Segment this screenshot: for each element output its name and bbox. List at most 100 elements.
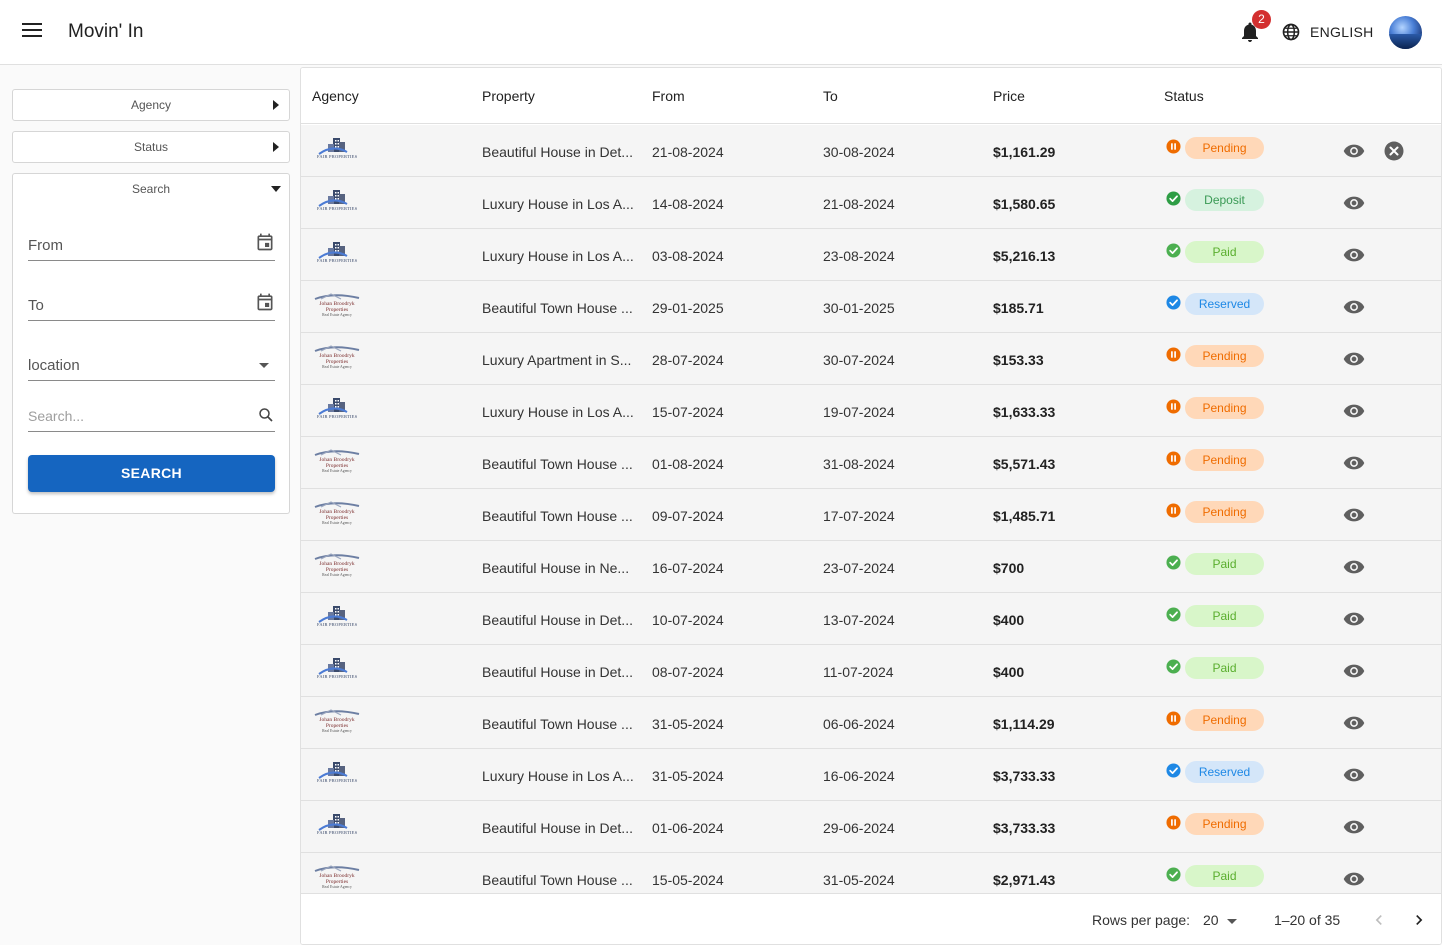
column-header-status[interactable]: Status [1164,88,1204,104]
status-filter-label: Status [133,140,169,154]
view-eye-icon[interactable] [1343,455,1365,471]
table-row[interactable]: Johan Broodryk Properties Real Estate Agen… [301,489,1441,541]
from-date-label: From [28,237,63,254]
calendar-icon[interactable] [255,232,275,252]
table-row[interactable]: Johan Broodryk Properties Real Estate Agen… [301,697,1441,749]
column-header-price[interactable]: Price [993,88,1025,104]
to-date-cell: 23-07-2024 [823,560,895,576]
column-header-agency[interactable]: Agency [312,88,359,104]
view-eye-icon[interactable] [1343,715,1365,731]
status-badge: Pending [1185,709,1264,731]
to-date-cell: 30-01-2025 [823,300,895,316]
property-cell: Luxury House in Los A... [482,404,634,420]
status-badge: Pending [1185,501,1264,523]
agency-logo-text: FAIR PROPERTIES [317,258,358,263]
view-eye-icon[interactable] [1343,767,1365,783]
menu-icon[interactable] [22,23,42,41]
agency-logo-text: Real Estate Agency [322,365,352,369]
pagination-range: 1–20 of 35 [1274,912,1341,928]
pause-icon [1166,451,1181,466]
agency-filter-button[interactable]: Agency [12,89,290,121]
dropdown-arrow-icon [1226,918,1237,924]
to-date-cell: 13-07-2024 [823,612,895,628]
agency-logo-text: Real Estate Agency [322,573,352,577]
price-cell: $400 [993,664,1025,680]
next-page-icon[interactable] [1409,910,1429,930]
table-row[interactable]: Johan Broodryk Properties Real Estate Agen… [301,333,1441,385]
view-eye-icon[interactable] [1343,663,1365,679]
agency-logo: Johan Broodryk Properties Real Estate Agen… [313,706,361,740]
from-date-cell: 01-06-2024 [652,820,724,836]
search-input[interactable]: Search... [28,400,275,432]
agency-logo: FAIR PROPERTIES [313,238,361,272]
view-eye-icon[interactable] [1343,299,1365,315]
search-filter-label: Search [131,182,171,196]
table-row[interactable]: FAIR PROPERTIES Beautiful House in Det...… [301,125,1441,177]
from-date-cell: 08-07-2024 [652,664,724,680]
from-date-field[interactable]: From [28,229,275,261]
view-eye-icon[interactable] [1343,819,1365,835]
view-eye-icon[interactable] [1343,507,1365,523]
cancel-booking-icon[interactable] [1384,141,1404,161]
to-date-field[interactable]: To [28,289,275,321]
view-eye-icon[interactable] [1343,403,1365,419]
check-circle-icon [1166,763,1181,778]
check-circle-icon [1166,191,1181,206]
view-eye-icon[interactable] [1343,247,1365,263]
column-header-to[interactable]: To [823,88,838,104]
agency-logo-text: FAIR PROPERTIES [317,830,358,835]
to-date-cell: 30-08-2024 [823,144,895,160]
from-date-cell: 31-05-2024 [652,716,724,732]
language-button[interactable]: ENGLISH [1281,21,1374,43]
view-eye-icon[interactable] [1343,195,1365,211]
table-row[interactable]: Johan Broodryk Properties Real Estate Agen… [301,281,1441,333]
previous-page-icon[interactable] [1369,910,1389,930]
view-eye-icon[interactable] [1343,143,1365,159]
view-eye-icon[interactable] [1343,351,1365,367]
agency-logo: Johan Broodryk Properties Real Estate Agen… [313,342,361,376]
from-date-cell: 31-05-2024 [652,768,724,784]
agency-logo: Johan Broodryk Properties Real Estate Agen… [313,446,361,480]
search-button[interactable]: SEARCH [28,455,275,492]
status-badge: Paid [1185,241,1264,263]
bookings-table: Agency Property From To Price Status FAI… [300,67,1442,945]
from-date-cell: 29-01-2025 [652,300,724,316]
agency-logo: FAIR PROPERTIES [313,394,361,428]
view-eye-icon[interactable] [1343,611,1365,627]
search-filter-button[interactable]: Search [12,173,290,205]
column-header-property[interactable]: Property [482,88,535,104]
table-row[interactable]: FAIR PROPERTIES Luxury House in Los A... 1… [301,177,1441,229]
table-row[interactable]: Johan Broodryk Properties Real Estate Agen… [301,541,1441,593]
table-row[interactable]: FAIR PROPERTIES Luxury House in Los A... 0… [301,229,1441,281]
table-row[interactable]: FAIR PROPERTIES Luxury House in Los A... 1… [301,385,1441,437]
arrow-right-icon [273,142,279,152]
column-header-from[interactable]: From [652,88,685,104]
location-select[interactable]: location [28,349,275,381]
view-eye-icon[interactable] [1343,559,1365,575]
to-date-cell: 21-08-2024 [823,196,895,212]
property-cell: Luxury Apartment in S... [482,352,632,368]
agency-logo: FAIR PROPERTIES [313,758,361,792]
agency-logo-text: FAIR PROPERTIES [317,154,358,159]
avatar[interactable] [1389,16,1422,49]
table-row[interactable]: FAIR PROPERTIES Beautiful House in Det...… [301,801,1441,853]
table-row[interactable]: FAIR PROPERTIES Beautiful House in Det...… [301,645,1441,697]
table-row[interactable]: FAIR PROPERTIES Luxury House in Los A... 3… [301,749,1441,801]
property-cell: Beautiful House in Det... [482,612,633,628]
table-row[interactable]: Johan Broodryk Properties Real Estate Agen… [301,853,1441,893]
to-date-cell: 11-07-2024 [823,664,894,680]
rows-per-page-select[interactable]: 20 [1203,912,1237,928]
search-icon[interactable] [257,406,275,424]
price-cell: $1,633.33 [993,404,1056,420]
property-cell: Beautiful House in Det... [482,820,633,836]
status-badge: Pending [1185,397,1264,419]
property-cell: Beautiful House in Det... [482,144,633,160]
table-row[interactable]: FAIR PROPERTIES Beautiful House in Det...… [301,593,1441,645]
status-filter-button[interactable]: Status [12,131,290,163]
status-badge: Paid [1185,553,1264,575]
view-eye-icon[interactable] [1343,871,1365,887]
status-badge: Pending [1185,137,1264,159]
calendar-icon[interactable] [255,292,275,312]
table-row[interactable]: Johan Broodryk Properties Real Estate Agen… [301,437,1441,489]
status-badge: Pending [1185,345,1264,367]
